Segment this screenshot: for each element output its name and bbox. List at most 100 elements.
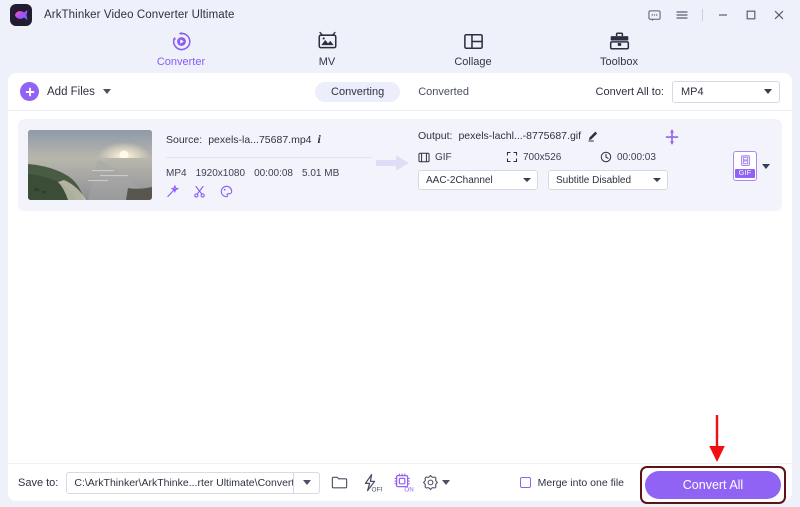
pencil-icon[interactable] [587,130,599,142]
app-title: ArkThinker Video Converter Ultimate [44,9,235,21]
folder-icon [331,476,348,489]
save-path-input[interactable]: C:\ArkThinker\ArkThinke...rter Ultimate\… [66,471,295,494]
tab-converted[interactable]: Converted [402,82,485,102]
content-panel: Add Files Converting Converted Convert A… [8,73,792,465]
file-row: Source: pexels-la...75687.mp4 i MP4 1920… [18,119,782,211]
magic-wand-icon[interactable] [166,185,179,198]
save-to-label: Save to: [18,476,59,489]
minimize-icon[interactable] [710,2,736,28]
conversion-arrow-icon [376,155,410,176]
file-list: Source: pexels-la...75687.mp4 i MP4 1920… [8,111,792,211]
source-filesize: 5.01 MB [302,168,340,179]
chevron-down-icon [653,178,661,182]
convert-all-to-group: Convert All to: MP4 [595,80,780,103]
main-nav: Converter MV Collage Toolbox [0,30,800,73]
format-badge-label: GIF [735,169,755,178]
output-format-badge-group: GIF [733,151,770,181]
source-tools [166,185,372,198]
save-path-dropdown[interactable] [294,471,321,494]
info-icon[interactable]: i [318,132,321,147]
audio-track-select[interactable]: AAC-2Channel [418,170,538,190]
output-duration-item: 00:00:03 [600,151,656,163]
clock-icon [600,151,612,163]
nav-tab-toolbox[interactable]: Toolbox [577,30,661,68]
output-format-badge[interactable]: GIF [733,151,757,181]
output-label: Output: [418,130,453,142]
open-folder-button[interactable] [326,471,352,495]
source-info: Source: pexels-la...75687.mp4 i MP4 1920… [166,130,372,200]
merge-into-one-checkbox[interactable]: Merge into one file [519,476,624,489]
output-duration: 00:00:03 [617,151,656,163]
nav-tab-converter[interactable]: Converter [139,30,223,68]
video-thumbnail[interactable] [28,130,152,200]
output-format: GIF [435,151,452,163]
maximize-icon[interactable] [738,2,764,28]
nav-label: MV [318,56,336,68]
merge-tracks-icon[interactable] [664,129,680,150]
nav-tab-collage[interactable]: Collage [431,30,515,68]
file-toolbar: Add Files Converting Converted Convert A… [8,73,792,111]
plus-icon [20,82,39,101]
settings-button[interactable] [422,474,451,491]
add-files-button[interactable]: Add Files [20,82,111,101]
audio-track-value: AAC-2Channel [426,174,493,186]
source-resolution: 1920x1080 [195,168,246,179]
collage-icon [462,30,485,53]
chevron-down-icon[interactable] [762,163,770,169]
nav-label: Converter [156,56,206,68]
app-window: ArkThinker Video Converter Ultimate Conv… [0,0,800,507]
merge-into-one-label: Merge into one file [537,476,624,489]
chevron-down-icon[interactable] [102,89,111,94]
divider [166,157,372,158]
hw-accel-state: OFF [372,486,383,493]
app-logo [10,4,32,26]
close-icon[interactable] [766,2,792,28]
add-files-label: Add Files [47,85,95,98]
title-bar: ArkThinker Video Converter Ultimate [0,0,800,30]
output-resolution: 700x526 [523,151,562,163]
output-meta: GIF 700x526 00:00:03 [418,151,670,163]
convert-all-to-select[interactable]: MP4 [672,80,780,103]
subtitle-select[interactable]: Subtitle Disabled [548,170,668,190]
nav-label: Collage [454,56,492,68]
chevron-down-icon [764,89,772,94]
convert-all-to-label: Convert All to: [595,85,664,98]
chevron-down-icon [442,480,451,485]
gear-icon [423,474,439,491]
status-tabs: Converting Converted [315,81,485,102]
converter-icon [170,30,193,53]
source-duration: 00:00:08 [254,168,293,179]
convert-all-highlight: Convert All [640,466,786,504]
tab-converting[interactable]: Converting [315,81,401,102]
chevron-down-icon [523,178,531,182]
hardware-accel-toggle[interactable]: OFF [358,471,384,495]
menu-icon[interactable] [669,2,695,28]
source-filename: pexels-la...75687.mp4 [208,133,312,146]
scissors-icon[interactable] [193,185,206,198]
chevron-down-icon [302,480,311,485]
film-icon [418,152,430,162]
palette-icon[interactable] [220,185,233,198]
source-meta: MP4 1920x1080 00:00:08 5.01 MB [166,168,372,179]
output-filename: pexels-lachl...-8775687.gif [458,130,582,142]
output-line: Output: pexels-lachl...-8775687.gif [418,130,670,142]
source-format: MP4 [166,168,187,179]
source-line: Source: pexels-la...75687.mp4 i [166,132,372,147]
window-controls [641,0,792,30]
gif-glyph-icon [740,155,750,166]
subtitle-value: Subtitle Disabled [556,174,632,186]
convert-all-button[interactable]: Convert All [645,471,781,499]
gpu-accel-state: ON [405,486,414,492]
source-label: Source: [166,133,203,146]
convert-all-to-value: MP4 [681,85,704,98]
output-selects: AAC-2Channel Subtitle Disabled [418,170,670,190]
resize-icon [506,151,518,163]
gpu-accel-toggle[interactable]: ON [390,471,416,495]
nav-label: Toolbox [600,56,638,68]
mv-icon [316,30,339,53]
nav-tab-mv[interactable]: MV [285,30,369,68]
output-format-item: GIF [418,152,506,163]
feedback-icon[interactable] [641,2,667,28]
control-divider [702,9,703,21]
toolbox-icon [608,30,631,53]
